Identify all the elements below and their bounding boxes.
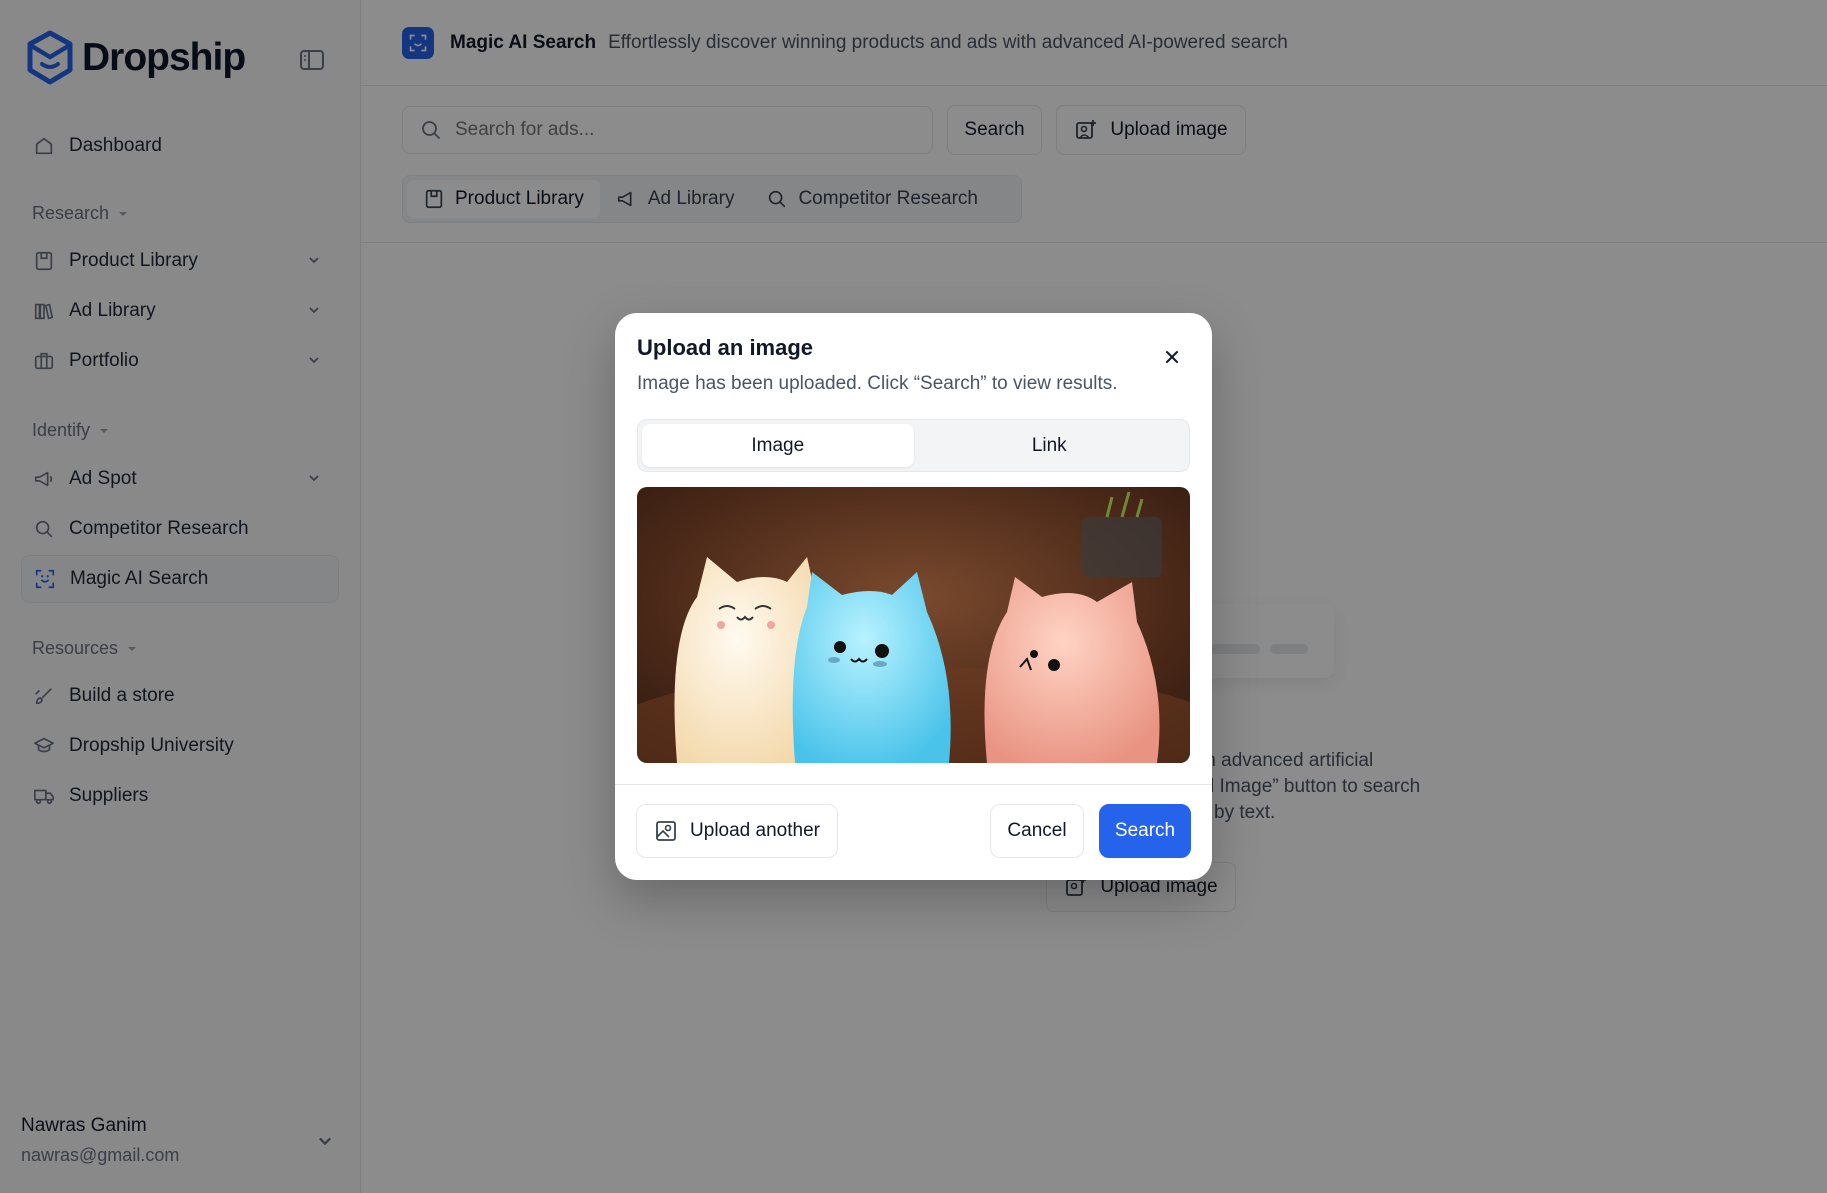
divider <box>615 784 1212 785</box>
cat-lamps-photo <box>637 487 1190 763</box>
dialog-description: Image has been uploaded. Click “Search” … <box>637 373 1118 394</box>
dialog-search-button[interactable]: Search <box>1099 804 1191 858</box>
button-label: Search <box>1114 820 1176 841</box>
upload-another-button[interactable]: Upload another <box>636 804 838 858</box>
button-label: Cancel <box>1007 820 1067 841</box>
app-root: Dropship Dashboard Research Product Libr… <box>0 0 1827 1193</box>
upload-image-dialog: Upload an image Image has been uploaded.… <box>615 313 1212 880</box>
upload-mode-toggle: Image Link <box>637 419 1190 472</box>
button-label: Upload another <box>690 820 820 841</box>
cancel-button[interactable]: Cancel <box>990 804 1084 858</box>
dialog-title: Upload an image <box>637 335 814 360</box>
tab-link[interactable]: Link <box>914 424 1186 467</box>
uploaded-image-preview <box>637 487 1190 763</box>
tab-image[interactable]: Image <box>642 424 914 467</box>
close-button[interactable] <box>1158 343 1186 371</box>
close-icon <box>1166 351 1178 363</box>
image-icon <box>656 821 676 841</box>
